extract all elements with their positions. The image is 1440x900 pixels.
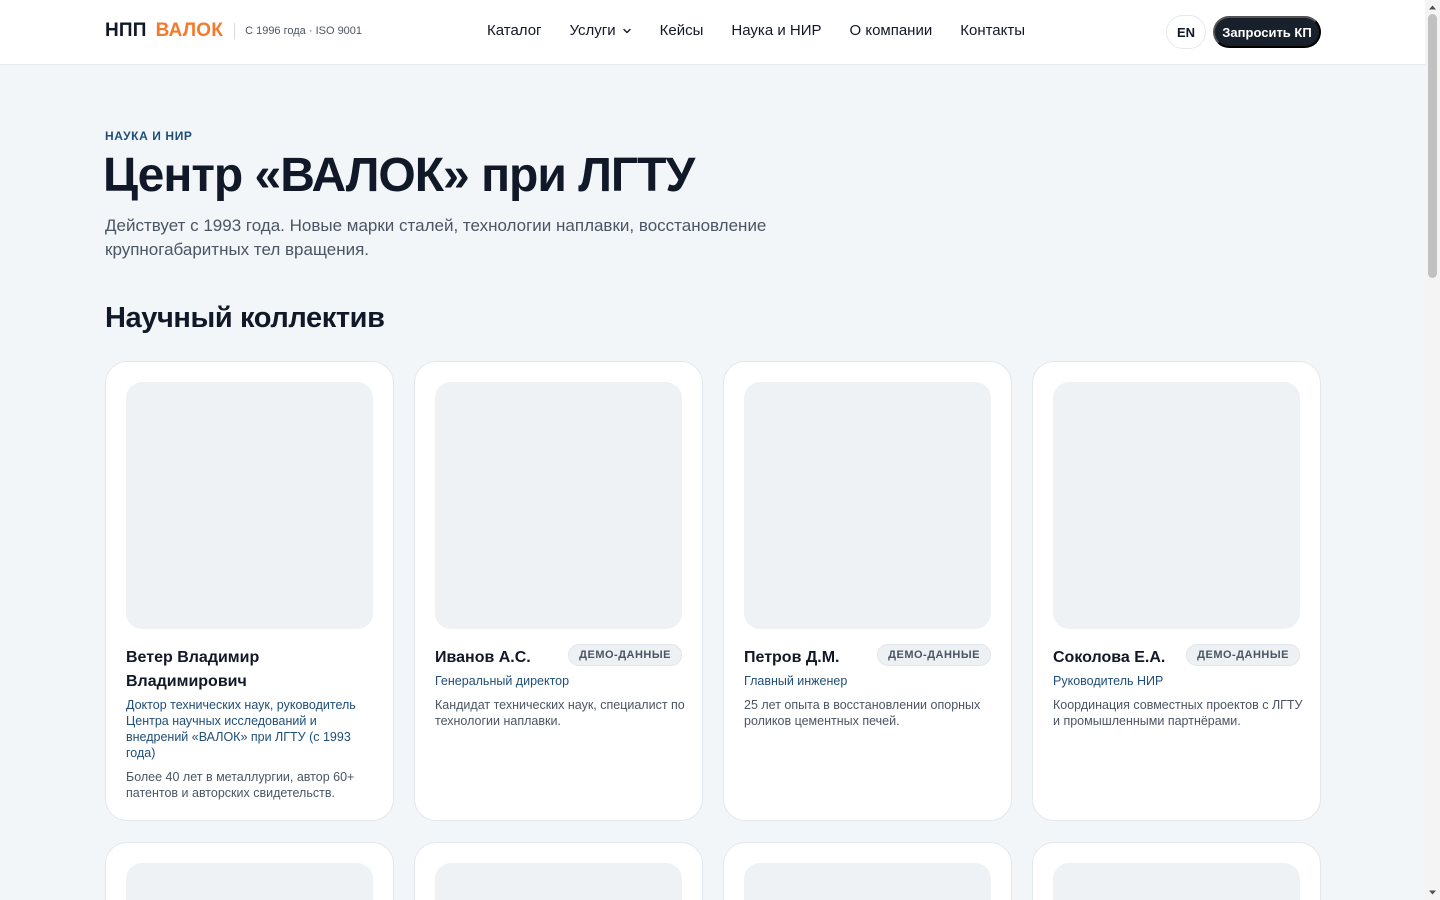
member-name: Иванов А.С. <box>435 649 531 666</box>
member-name: Ветер Владимир Владимирович <box>126 649 260 690</box>
language-button[interactable]: EN <box>1166 15 1206 49</box>
member-role: Главный инженер <box>744 674 848 688</box>
team-card: Иванов А.С. ДЕМО-ДАННЫЕ Генеральный дире… <box>414 361 703 821</box>
team-card: Ветер Владимир Владимирович Доктор техни… <box>105 361 394 821</box>
demo-data-badge: ДЕМО-ДАННЫЕ <box>1186 644 1300 666</box>
member-photo-placeholder <box>1053 863 1300 900</box>
nav-cases[interactable]: Кейсы <box>660 22 704 39</box>
member-role: Руководитель НИР <box>1053 674 1164 688</box>
nav-catalog[interactable]: Каталог <box>487 22 542 39</box>
brand-divider <box>234 23 236 39</box>
brand-valok: ВАЛОК <box>155 20 224 41</box>
member-name: Петров Д.М. <box>744 649 840 666</box>
main-nav: Каталог Услуги Кейсы Наука и НИР О компа… <box>487 22 1025 39</box>
member-bio: 25 лет опыта в восстановлении опорных ро… <box>744 698 981 728</box>
page: НПП ВАЛОК С 1996 года · ISO 9001 Каталог… <box>0 0 1425 900</box>
member-bio: Координация совместных проектов с ЛГТУ и… <box>1053 698 1303 728</box>
demo-data-badge: ДЕМО-ДАННЫЕ <box>568 644 682 666</box>
member-bio: Кандидат технических наук, специалист по… <box>435 698 685 728</box>
page-title: Центр «ВАЛОК» при ЛГТУ <box>103 149 695 202</box>
team-card: Петров Д.М. ДЕМО-ДАННЫЕ Главный инженер … <box>723 361 1012 821</box>
scrollbar-thumb[interactable] <box>1428 14 1437 278</box>
member-photo-placeholder <box>744 863 991 900</box>
demo-data-badge: ДЕМО-ДАННЫЕ <box>877 644 991 666</box>
request-quote-button[interactable]: Запросить КП <box>1213 16 1321 48</box>
member-role: Доктор технических наук, руководитель Це… <box>126 698 356 760</box>
member-photo-placeholder <box>435 863 682 900</box>
nav-contacts[interactable]: Контакты <box>960 22 1025 39</box>
member-name: Соколова Е.А. <box>1053 649 1166 666</box>
scroll-up-arrow-icon[interactable] <box>1428 3 1437 12</box>
brand-tagline: С 1996 года · ISO 9001 <box>245 25 363 37</box>
brand-npp: НПП <box>105 20 147 41</box>
site-header: НПП ВАЛОК С 1996 года · ISO 9001 Каталог… <box>0 0 1425 65</box>
member-photo-placeholder <box>1053 382 1300 629</box>
member-photo-placeholder <box>744 382 991 629</box>
nav-services-label: Услуги <box>569 22 616 39</box>
member-photo-placeholder <box>126 382 373 629</box>
chevron-down-icon <box>622 28 631 33</box>
section-eyebrow: НАУКА И НИР <box>105 129 193 143</box>
page-description: Действует с 1993 года. Новые марки стале… <box>105 216 767 259</box>
team-section-title: Научный коллектив <box>105 302 385 334</box>
member-photo-placeholder <box>126 863 373 900</box>
member-role: Генеральный директор <box>435 674 570 688</box>
team-card <box>414 842 703 900</box>
team-card: Соколова Е.А. ДЕМО-ДАННЫЕ Руководитель Н… <box>1032 361 1321 821</box>
member-photo-placeholder <box>435 382 682 629</box>
nav-about[interactable]: О компании <box>850 22 933 39</box>
scroll-down-arrow-icon[interactable] <box>1428 888 1437 897</box>
brand-logo[interactable]: НПП ВАЛОК С 1996 года · ISO 9001 <box>105 20 362 42</box>
team-card <box>723 842 1012 900</box>
nav-science[interactable]: Наука и НИР <box>731 22 821 39</box>
nav-services[interactable]: Услуги <box>570 22 632 39</box>
team-card <box>105 842 394 900</box>
member-bio: Более 40 лет в металлургии, автор 60+ па… <box>126 770 355 800</box>
team-card <box>1032 842 1321 900</box>
